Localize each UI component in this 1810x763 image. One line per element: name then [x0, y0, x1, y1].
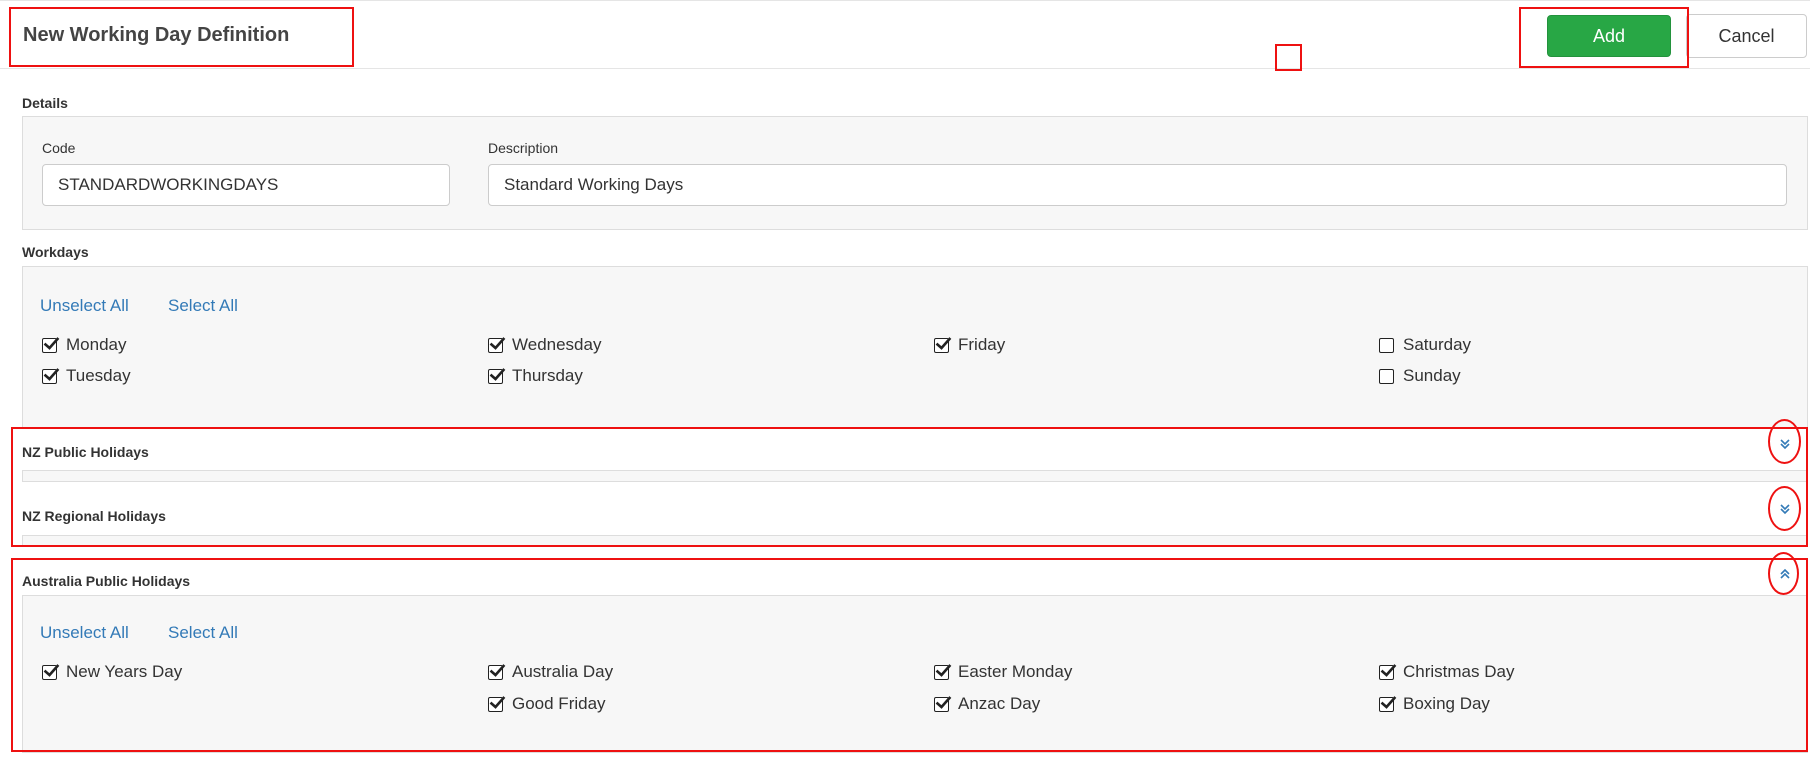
checkbox-wednesday[interactable]: Wednesday	[488, 334, 601, 356]
workdays-panel: Unselect All Select All Monday Tuesday W…	[22, 266, 1808, 428]
checkbox-label: Australia Day	[512, 662, 614, 681]
code-label: Code	[42, 140, 76, 156]
checkbox-tuesday[interactable]: Tuesday	[42, 365, 131, 387]
checkbox-easter-monday-box[interactable]	[934, 663, 952, 680]
checkbox-new-years-day-box[interactable]	[42, 663, 60, 680]
checkmark-icon	[1380, 695, 1397, 709]
checkbox-boxing-day[interactable]: Boxing Day	[1379, 693, 1490, 715]
checkbox-good-friday[interactable]: Good Friday	[488, 693, 606, 715]
top-border	[0, 0, 1810, 1]
australia-unselect-all-link[interactable]: Unselect All	[40, 623, 129, 643]
workdays-unselect-all-link[interactable]: Unselect All	[40, 296, 129, 316]
checkmark-icon	[489, 663, 506, 677]
description-input[interactable]	[488, 164, 1787, 206]
checkbox-label: Wednesday	[512, 335, 602, 354]
checkbox-new-years-day[interactable]: New Years Day	[42, 661, 182, 683]
checkbox-label: Anzac Day	[958, 694, 1041, 713]
checkbox-label: Monday	[66, 335, 127, 354]
checkmark-icon	[935, 695, 952, 709]
details-panel: Code Description	[22, 116, 1808, 230]
checkbox-label: New Years Day	[66, 662, 183, 681]
nz-regional-holidays-header[interactable]: NZ Regional Holidays	[22, 496, 1808, 536]
checkmark-icon	[935, 663, 952, 677]
checkbox-label: Thursday	[512, 366, 583, 385]
australia-select-all-link[interactable]: Select All	[168, 623, 238, 643]
chevron-double-down-icon[interactable]	[1777, 501, 1793, 517]
checkbox-friday-box[interactable]	[934, 336, 952, 353]
checkbox-thursday-box[interactable]	[488, 367, 506, 384]
nz-public-holidays-panel	[22, 470, 1808, 482]
code-input[interactable]	[42, 164, 450, 206]
checkbox-label: Saturday	[1403, 335, 1472, 354]
checkmark-icon	[935, 336, 952, 350]
page-title: New Working Day Definition	[23, 24, 290, 46]
header-divider	[0, 68, 1810, 69]
chevron-double-up-icon[interactable]	[1777, 566, 1793, 582]
checkmark-icon	[1380, 663, 1397, 677]
checkmark-icon	[43, 336, 60, 350]
checkbox-saturday[interactable]: Saturday	[1379, 334, 1471, 356]
cancel-button[interactable]: Cancel	[1686, 14, 1807, 58]
nz-public-holidays-header[interactable]: NZ Public Holidays	[22, 432, 1808, 472]
checkmark-icon	[489, 695, 506, 709]
checkbox-sunday[interactable]: Sunday	[1379, 365, 1461, 387]
nz-regional-holidays-title: NZ Regional Holidays	[22, 508, 166, 524]
description-label: Description	[488, 140, 559, 156]
checkbox-label: Tuesday	[66, 366, 131, 385]
checkbox-monday-box[interactable]	[42, 336, 60, 353]
checkbox-christmas-day[interactable]: Christmas Day	[1379, 661, 1514, 683]
australia-public-holidays-title: Australia Public Holidays	[22, 573, 191, 589]
add-button[interactable]: Add	[1547, 15, 1671, 57]
checkbox-australia-day-box[interactable]	[488, 663, 506, 680]
workdays-select-all-link[interactable]: Select All	[168, 296, 238, 316]
checkbox-monday[interactable]: Monday	[42, 334, 126, 356]
workdays-section-label: Workdays	[22, 244, 89, 260]
checkbox-thursday[interactable]: Thursday	[488, 365, 583, 387]
chevron-double-down-icon[interactable]	[1777, 436, 1793, 452]
checkbox-wednesday-box[interactable]	[488, 336, 506, 353]
checkbox-boxing-day-box[interactable]	[1379, 695, 1397, 712]
checkbox-good-friday-box[interactable]	[488, 695, 506, 712]
nz-regional-holidays-panel	[22, 535, 1808, 547]
checkbox-label: Christmas Day	[1403, 662, 1515, 681]
checkmark-icon	[489, 367, 506, 381]
checkbox-label: Good Friday	[512, 694, 606, 713]
annotation-small-box	[1275, 44, 1302, 71]
checkbox-label: Friday	[958, 335, 1006, 354]
checkbox-friday[interactable]: Friday	[934, 334, 1005, 356]
checkbox-sunday-box[interactable]	[1379, 368, 1394, 384]
nz-public-holidays-title: NZ Public Holidays	[22, 444, 149, 460]
checkbox-easter-monday[interactable]: Easter Monday	[934, 661, 1072, 683]
checkbox-label: Sunday	[1403, 366, 1461, 385]
checkbox-anzac-day-box[interactable]	[934, 695, 952, 712]
checkmark-icon	[489, 336, 506, 350]
checkmark-icon	[43, 663, 60, 677]
checkbox-label: Easter Monday	[958, 662, 1073, 681]
checkbox-christmas-day-box[interactable]	[1379, 663, 1397, 680]
checkbox-label: Boxing Day	[1403, 694, 1490, 713]
checkbox-saturday-box[interactable]	[1379, 337, 1394, 353]
details-section-label: Details	[22, 95, 68, 111]
checkmark-icon	[43, 367, 60, 381]
checkbox-australia-day[interactable]: Australia Day	[488, 661, 613, 683]
checkbox-anzac-day[interactable]: Anzac Day	[934, 693, 1040, 715]
checkbox-tuesday-box[interactable]	[42, 367, 60, 384]
australia-public-holidays-panel: Unselect All Select All New Years Day Au…	[22, 595, 1808, 753]
